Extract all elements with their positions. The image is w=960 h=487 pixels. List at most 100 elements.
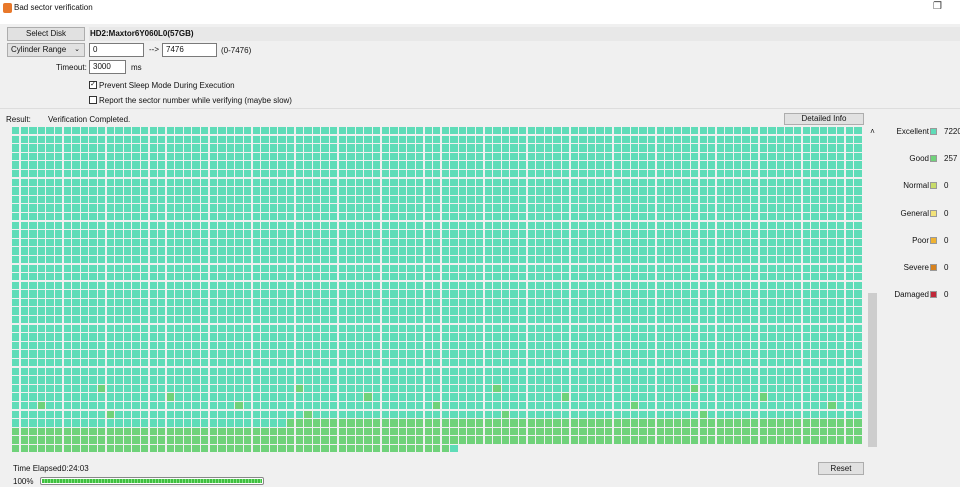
sector-cell	[312, 135, 321, 143]
range-from-input[interactable]: 0	[89, 43, 144, 57]
sector-cell	[622, 436, 630, 444]
sector-cell	[287, 273, 295, 281]
report-sector-checkbox[interactable]	[89, 96, 97, 104]
sector-cell	[355, 221, 364, 229]
sector-cell	[630, 359, 639, 367]
sector-cell	[398, 350, 407, 358]
sector-cell	[201, 410, 209, 418]
sector-cell	[89, 127, 97, 135]
sector-cell	[699, 273, 707, 281]
sector-cell	[647, 161, 656, 169]
scrollbar-thumb[interactable]	[868, 293, 877, 447]
sector-cell	[519, 247, 527, 255]
sector-cell	[183, 247, 192, 255]
sector-cell	[209, 341, 218, 350]
sector-cell	[458, 393, 467, 401]
sector-cell	[716, 161, 725, 169]
sector-cell	[269, 187, 278, 195]
sector-cell	[89, 419, 97, 427]
sector-cell	[467, 264, 475, 272]
sector-cell	[123, 221, 132, 229]
select-disk-button[interactable]: Select Disk	[7, 27, 85, 41]
sector-cell	[37, 152, 46, 161]
sector-cell	[708, 436, 716, 444]
sector-cell	[759, 230, 768, 238]
sector-cell	[570, 161, 578, 169]
sector-cell	[312, 161, 321, 169]
sector-cell	[390, 195, 398, 204]
sector-cell	[768, 281, 776, 290]
sector-cell	[226, 230, 235, 238]
sector-cell	[819, 273, 828, 281]
sector-cell	[132, 127, 140, 135]
sector-cell	[733, 290, 742, 298]
sector-cell	[89, 290, 97, 298]
sector-cell	[372, 384, 381, 393]
sector-cell	[424, 187, 432, 195]
sector-cell	[355, 307, 364, 315]
sector-cell	[364, 341, 372, 350]
sector-cell	[647, 324, 656, 333]
sector-cell	[252, 307, 261, 315]
sector-cell	[699, 333, 707, 341]
sector-cell	[226, 221, 235, 229]
sector-cell	[733, 384, 742, 393]
sector-cell	[476, 204, 484, 212]
sector-cell	[733, 427, 742, 436]
sector-cell	[235, 298, 243, 307]
sector-cell	[355, 273, 364, 281]
prevent-sleep-checkbox[interactable]: ✓	[89, 81, 97, 89]
sector-cell	[450, 273, 458, 281]
sector-cell	[54, 204, 63, 212]
sector-cell	[269, 333, 278, 341]
sector-cell	[768, 178, 776, 186]
sector-cell	[733, 212, 742, 221]
sector-cell	[476, 212, 484, 221]
sector-cell	[390, 161, 398, 169]
sector-cell	[226, 281, 235, 290]
sector-cell	[742, 333, 750, 341]
sector-cell	[802, 187, 811, 195]
sector-cell	[484, 402, 493, 410]
detailed-info-button[interactable]: Detailed Info	[784, 113, 864, 125]
sector-cell	[149, 247, 157, 255]
sector-cell	[63, 187, 71, 195]
sector-cell	[656, 341, 664, 350]
sector-cell	[37, 204, 46, 212]
sector-cell	[570, 419, 578, 427]
sector-cell	[458, 281, 467, 290]
sector-cell	[802, 359, 811, 367]
restore-icon[interactable]: ❐	[933, 1, 942, 12]
sector-cell	[149, 419, 157, 427]
sector-cell	[149, 307, 157, 315]
sector-cell	[673, 144, 682, 152]
sector-cell	[329, 204, 338, 212]
sector-cell	[450, 290, 458, 298]
sector-cell	[89, 376, 97, 384]
scroll-up-icon[interactable]: ˄	[867, 127, 878, 136]
sector-cell	[458, 161, 467, 169]
sector-cell	[372, 402, 381, 410]
range-mode-select[interactable]: Cylinder Range ⌄	[7, 43, 85, 57]
sector-cell	[415, 135, 424, 143]
sector-cell	[759, 367, 768, 376]
sector-cell	[304, 350, 312, 358]
sector-cell	[510, 307, 518, 315]
sector-cell	[510, 255, 518, 264]
sector-cell	[372, 341, 381, 350]
sector-cell	[708, 290, 716, 298]
range-to-input[interactable]: 7476	[162, 43, 217, 57]
sector-cell	[733, 247, 742, 255]
reset-button[interactable]: Reset	[818, 462, 864, 475]
sector-cell	[321, 281, 329, 290]
sector-cell	[802, 281, 811, 290]
timeout-input[interactable]: 3000	[89, 60, 126, 74]
sector-cell	[802, 273, 811, 281]
sector-cell	[553, 187, 561, 195]
sector-cell	[785, 324, 793, 333]
sector-cell	[604, 341, 613, 350]
sector-cell	[407, 221, 415, 229]
sector-cell	[759, 144, 768, 152]
sector-cell	[304, 204, 312, 212]
sector-cell	[97, 316, 106, 324]
